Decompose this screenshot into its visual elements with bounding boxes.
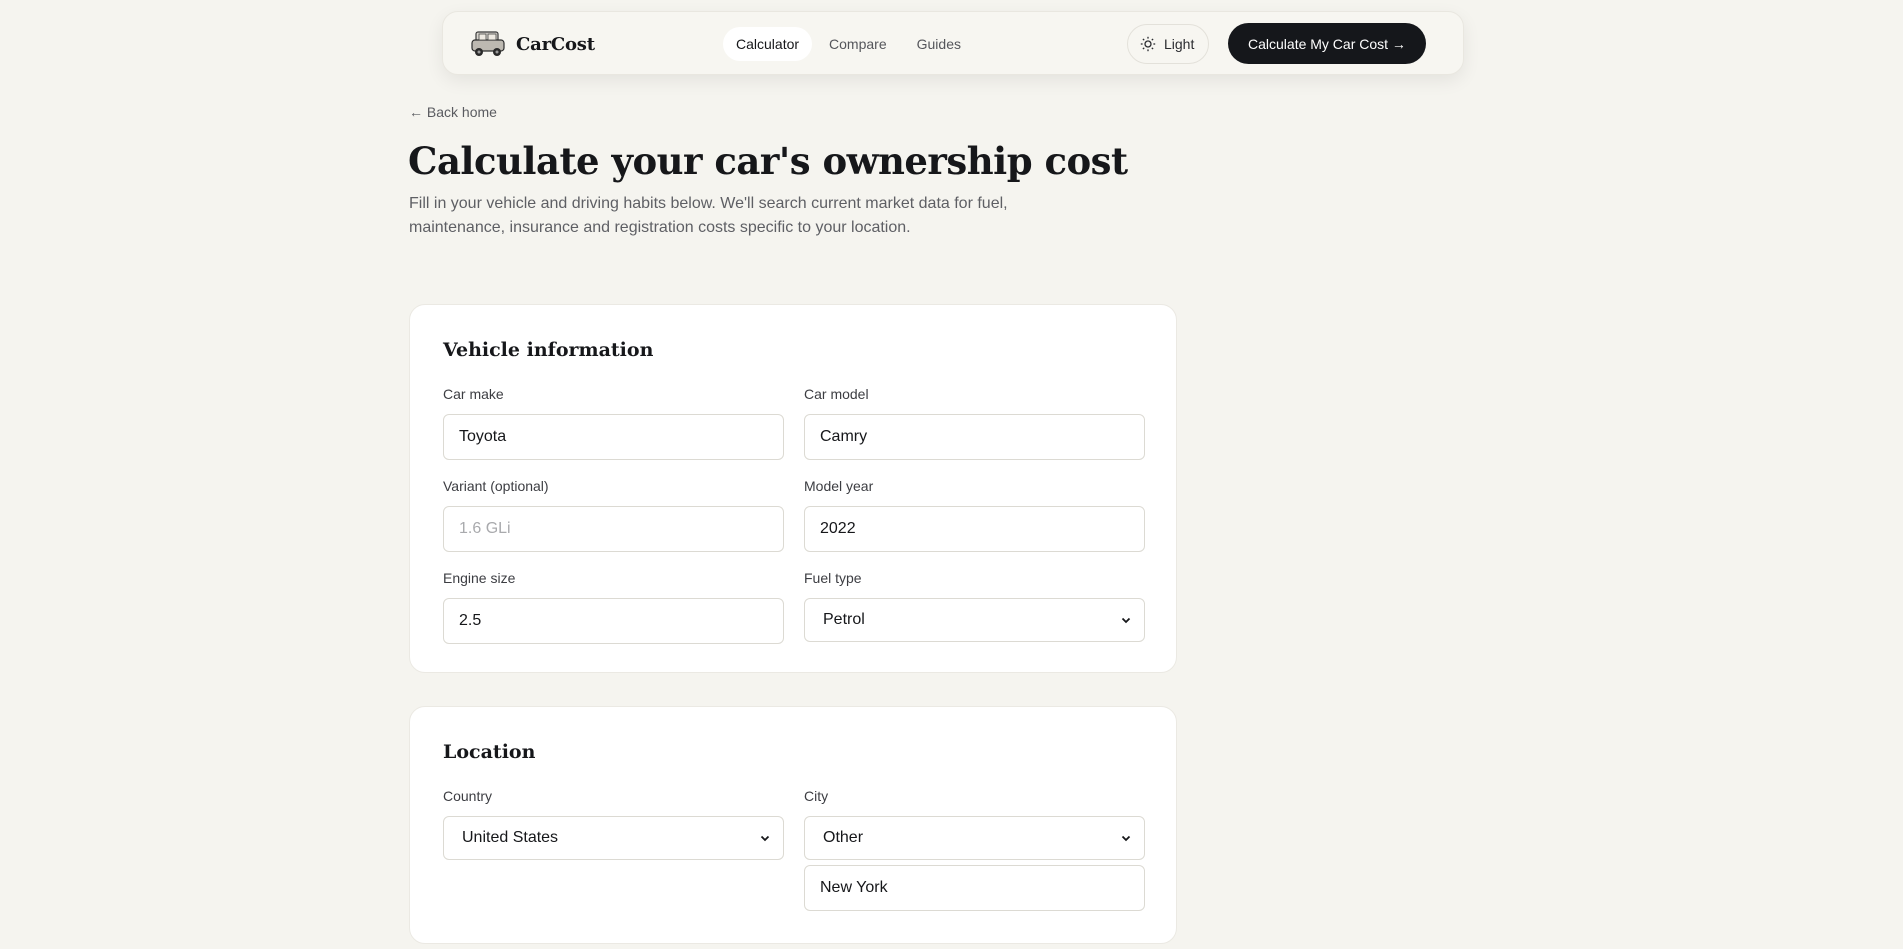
card-title: Vehicle information [443,339,654,361]
custom-city-input[interactable]: New York [804,865,1145,911]
field-label: Model year [804,478,874,494]
card-title: Location [443,741,536,763]
brand-name: CarCost [516,33,595,55]
model-year-field: Model year 2022 [804,478,1145,552]
fuel-type-select[interactable]: Petrol [804,598,1145,642]
car-make-field: Car make Toyota [443,386,784,460]
field-label: Car make [443,386,504,402]
field-label: City [804,788,829,804]
field-label: Car model [804,386,869,402]
location-card: Location Country United States City Othe… [409,706,1177,944]
field-label: Fuel type [804,570,862,586]
fuel-type-field: Fuel type Petrol [804,570,1145,642]
country-select[interactable]: United States [443,816,784,860]
field-label: Country [443,788,493,804]
nav-link-guides[interactable]: Guides [904,27,974,61]
country-value: United States [462,829,559,846]
page-title: Calculate your car's ownership cost [408,139,1128,183]
city-field: City Other [804,788,1145,860]
sun-icon [1140,36,1156,52]
country-field: Country United States [443,788,784,860]
page-subtitle: Fill in your vehicle and driving habits … [409,195,1008,236]
field-label: Engine size [443,570,516,586]
theme-label: Light [1164,36,1195,52]
theme-toggle-button[interactable]: Light [1127,24,1210,64]
engine-size-input[interactable]: 2.5 [443,598,784,644]
city-value: Other [823,829,864,846]
model-year-input[interactable]: 2022 [804,506,1145,552]
chevron-down-icon [1121,835,1131,842]
engine-size-field: Engine size 2.5 [443,570,784,644]
car-make-input[interactable]: Toyota [443,414,784,460]
fuel-type-value: Petrol [823,611,865,628]
calculate-cost-button[interactable]: Calculate My Car Cost → [1228,23,1426,64]
car-logo-icon [471,31,505,56]
vehicle-information-card: Vehicle information Car make Toyota Car … [409,304,1177,673]
nav-link-compare[interactable]: Compare [816,27,900,61]
brand[interactable]: CarCost [470,29,595,59]
nav-links: Calculator Compare Guides [723,27,974,61]
car-model-input[interactable]: Camry [804,414,1145,460]
top-nav: CarCost Calculator Compare Guides Light … [442,11,1464,75]
nav-link-calculator[interactable]: Calculator [723,27,813,61]
variant-input[interactable]: 1.6 GLi [443,506,784,552]
variant-field: Variant (optional) 1.6 GLi [443,478,784,552]
chevron-down-icon [760,835,770,842]
back-home-link[interactable]: ← Back home [409,104,497,120]
field-label: Variant (optional) [443,478,549,494]
car-model-field: Car model Camry [804,386,1145,460]
chevron-down-icon [1121,617,1131,624]
city-select[interactable]: Other [804,816,1145,860]
